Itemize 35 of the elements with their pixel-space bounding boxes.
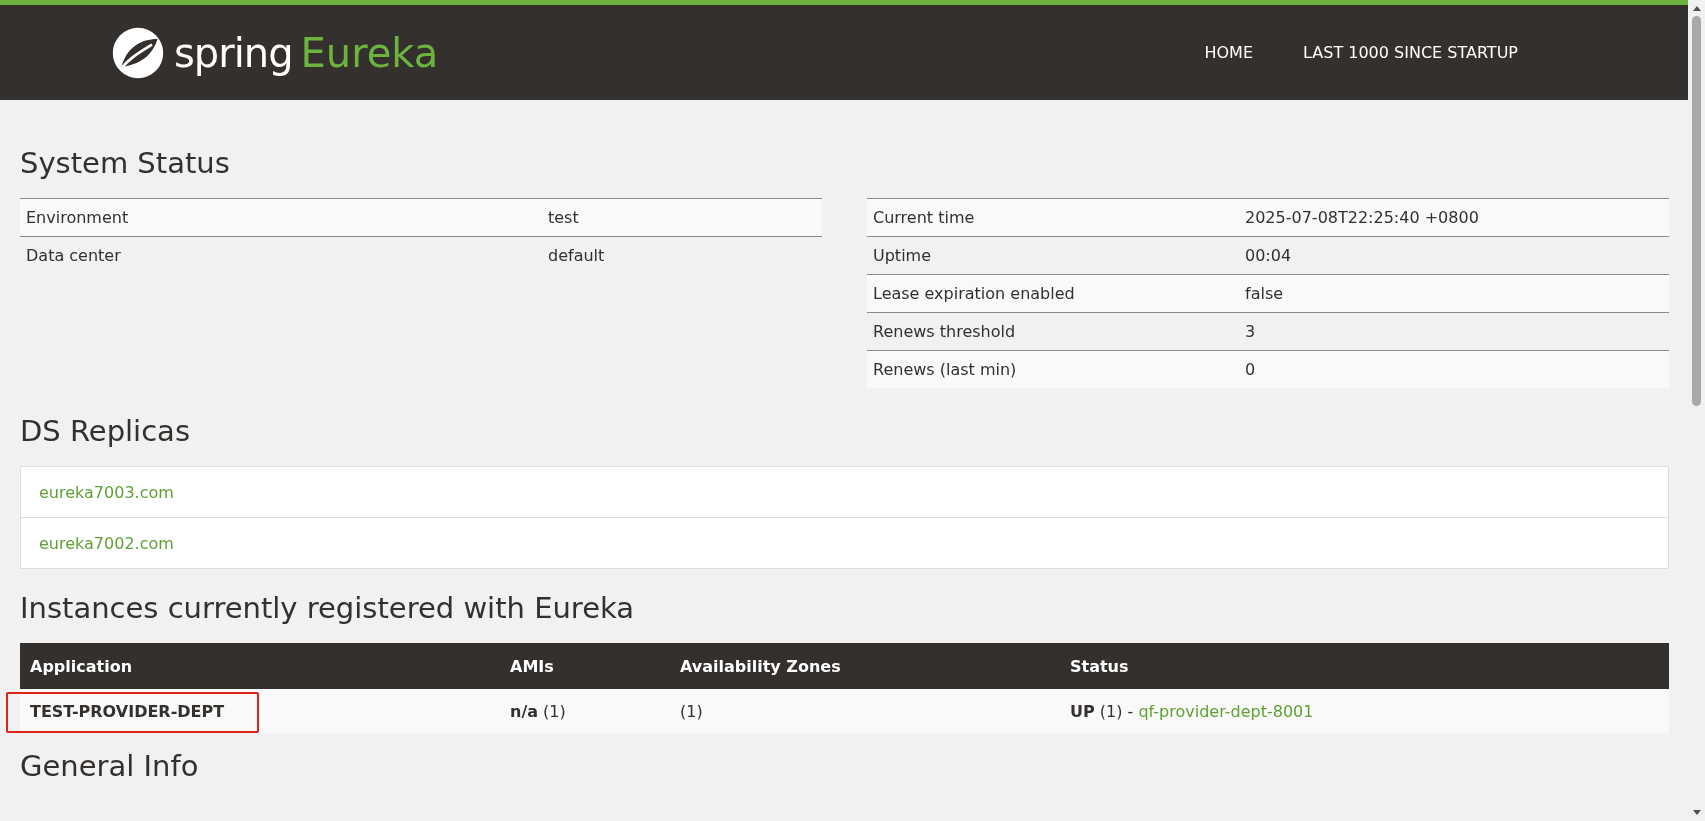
table-cell: false (1239, 274, 1669, 313)
column-header: AMIs (500, 643, 670, 689)
logo-text: spring (174, 29, 293, 76)
column-header: Availability Zones (670, 643, 1060, 689)
scrollbar-thumb[interactable] (1692, 16, 1701, 406)
status-text: UP (1) - (1070, 701, 1134, 721)
nav-link[interactable]: LAST 1000 SINCE STARTUP (1303, 43, 1518, 62)
replica-link[interactable]: eureka7002.com (39, 533, 174, 553)
table-cell: Uptime (867, 236, 1239, 275)
table-cell: Environment (20, 198, 542, 237)
instance-link[interactable]: qf-provider-dept-8001 (1138, 701, 1314, 721)
table-cell: (1) (670, 689, 1060, 733)
column-header: Application (20, 643, 500, 689)
section-heading: General Info (20, 749, 200, 783)
scroll-up-icon[interactable] (1691, 4, 1702, 12)
table-cell: Current time (867, 198, 1239, 237)
table-cell: Data center (20, 236, 542, 274)
table-cell: 3 (1239, 312, 1669, 351)
section-heading: System Status (20, 146, 231, 180)
table-cell: Renews threshold (867, 312, 1239, 351)
logo-product-text: Eureka (300, 29, 439, 76)
table-cell: default (542, 236, 822, 274)
table-cell: 2025-07-08T22:25:40 +0800 (1239, 198, 1669, 237)
section-heading: DS Replicas (20, 414, 191, 448)
table-cell: 0 (1239, 350, 1669, 388)
table-cell: Lease expiration enabled (867, 274, 1239, 313)
scroll-down-icon[interactable] (1691, 809, 1702, 817)
section-heading: Instances currently registered with Eureka (20, 591, 636, 625)
column-header: Status (1060, 643, 1669, 689)
nav-link[interactable]: HOME (1204, 43, 1253, 62)
table-cell: 00:04 (1239, 236, 1669, 275)
table-cell: n/a (1) (500, 689, 670, 733)
table-cell: Renews (last min) (867, 350, 1239, 388)
table-cell: test (542, 198, 822, 237)
replica-link[interactable]: eureka7003.com (39, 482, 174, 502)
